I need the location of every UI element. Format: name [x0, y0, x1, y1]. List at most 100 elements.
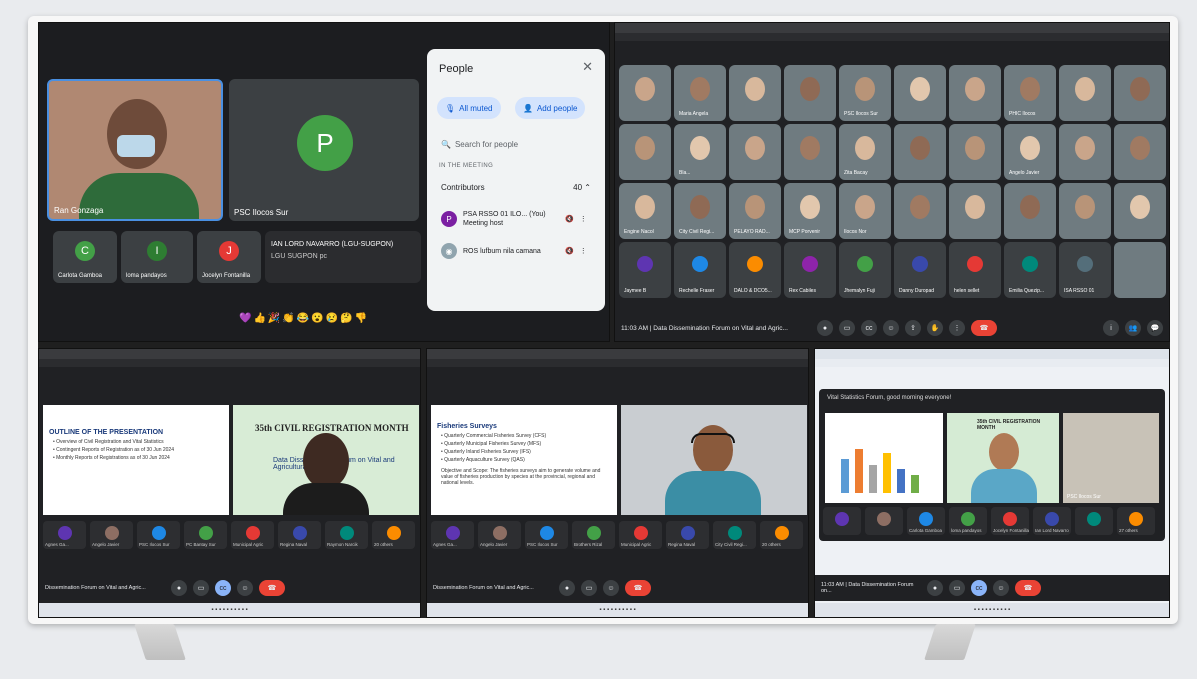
info-icon[interactable]: i — [1103, 320, 1119, 336]
people-icon[interactable]: 👥 — [1125, 320, 1141, 336]
participant-tile[interactable]: Ilocos Nor — [839, 183, 891, 239]
emoji-icon[interactable]: ☺ — [603, 580, 619, 596]
strip-participant[interactable]: Raymon Narcik — [325, 521, 368, 549]
hand-icon[interactable]: ✋ — [927, 320, 943, 336]
participant-tile[interactable] — [1114, 242, 1166, 298]
strip-participant[interactable]: loma pandayos — [949, 507, 987, 535]
participant-tile[interactable]: Zita Bacay — [839, 124, 891, 180]
participant-tile-small[interactable]: C Carlota Gamboa — [53, 231, 117, 283]
participant-tile[interactable]: Rechelle Fraser — [674, 242, 726, 298]
mic-off-icon[interactable]: 🔇 — [565, 215, 574, 223]
leave-call-button[interactable]: ☎ — [625, 580, 651, 596]
add-people-button[interactable]: 👤 Add people — [515, 97, 586, 119]
strip-participant[interactable] — [823, 507, 861, 535]
participant-tile[interactable] — [729, 65, 781, 121]
strip-participant[interactable]: 20 others — [372, 521, 415, 549]
strip-participant[interactable]: Municipal Agric — [619, 521, 662, 549]
strip-participant[interactable]: Regina Naval — [278, 521, 321, 549]
strip-participant[interactable]: City Civil Regi... — [713, 521, 756, 549]
strip-participant[interactable]: Agnes Ga... — [43, 521, 86, 549]
participant-tile[interactable]: City Civil Regi... — [674, 183, 726, 239]
present-icon[interactable]: ⇪ — [905, 320, 921, 336]
more-icon[interactable]: ⋮ — [949, 320, 965, 336]
strip-participant[interactable]: Carlota Gamboa — [907, 507, 945, 535]
participant-tile[interactable]: PSC Ilocos Sur — [839, 65, 891, 121]
participant-tile[interactable]: helen sellet — [949, 242, 1001, 298]
mic-icon[interactable]: ● — [171, 580, 187, 596]
participant-tile[interactable] — [1114, 65, 1166, 121]
strip-participant[interactable]: Municipal Agric — [231, 521, 274, 549]
more-icon[interactable]: ⋮ — [580, 247, 587, 255]
camera-icon[interactable]: ▭ — [581, 580, 597, 596]
camera-icon[interactable]: ▭ — [949, 580, 965, 596]
strip-participant[interactable]: Angelo Javier — [90, 521, 133, 549]
participant-tile[interactable]: ISA RSSO 01 — [1059, 242, 1111, 298]
participant-tile[interactable] — [1004, 183, 1056, 239]
participant-tile[interactable] — [1059, 65, 1111, 121]
participant-tile[interactable] — [949, 183, 1001, 239]
participant-tile[interactable]: Jaymee B — [619, 242, 671, 298]
strip-participant[interactable]: 27 others — [1117, 507, 1155, 535]
participant-tile[interactable]: PHIC Ilocos — [1004, 65, 1056, 121]
participant-tile[interactable]: DALO & DCO5... — [729, 242, 781, 298]
participant-tile[interactable] — [949, 65, 1001, 121]
more-icon[interactable]: ⋮ — [580, 215, 587, 223]
participant-tile[interactable] — [894, 65, 946, 121]
participant-tile[interactable] — [1114, 124, 1166, 180]
participant-tile[interactable] — [784, 65, 836, 121]
reaction-bar[interactable]: 💜👍🎉👏😂😮😢🤔👎 — [239, 313, 369, 324]
strip-participant[interactable]: PSC Ilocos Sur — [137, 521, 180, 549]
participant-tile[interactable] — [619, 124, 671, 180]
strip-participant[interactable]: Angelo Javier — [478, 521, 521, 549]
strip-participant[interactable] — [1075, 507, 1113, 535]
participant-row[interactable]: P PSA RSSO 01 ILO... (You) Meeting host … — [437, 205, 595, 233]
participant-tile[interactable] — [729, 124, 781, 180]
participant-tile[interactable] — [1059, 183, 1111, 239]
mic-off-icon[interactable]: 🔇 — [565, 247, 574, 255]
leave-call-button[interactable]: ☎ — [259, 580, 285, 596]
strip-participant[interactable]: PC Bantay Sur — [184, 521, 227, 549]
strip-participant[interactable]: Jocelyn Fontanilla — [991, 507, 1029, 535]
participant-tile[interactable]: Angelo Javier — [1004, 124, 1056, 180]
mic-icon[interactable]: ● — [559, 580, 575, 596]
leave-call-button[interactable]: ☎ — [971, 320, 997, 336]
mic-icon[interactable]: ● — [817, 320, 833, 336]
emoji-icon[interactable]: ☺ — [237, 580, 253, 596]
participant-tile-small[interactable]: I loma pandayos — [121, 231, 193, 283]
strip-participant[interactable]: PSC Ilocos Sur — [525, 521, 568, 549]
search-people-input[interactable]: 🔍 Search for people — [437, 133, 595, 155]
participant-tile[interactable]: PELAYO RAD... — [729, 183, 781, 239]
strip-participant[interactable]: 20 others — [760, 521, 803, 549]
participant-tile[interactable]: Rex Cabiles — [784, 242, 836, 298]
participant-tile[interactable] — [949, 124, 1001, 180]
participant-tile[interactable]: MCP Porvenir — [784, 183, 836, 239]
participant-tile[interactable] — [894, 183, 946, 239]
captions-icon[interactable]: cc — [215, 580, 231, 596]
participant-tile[interactable] — [619, 65, 671, 121]
strip-participant[interactable] — [865, 507, 903, 535]
participant-row[interactable]: ◉ ROS lufbum nila camana 🔇 ⋮ — [437, 237, 595, 265]
camera-icon[interactable]: ▭ — [839, 320, 855, 336]
strip-participant[interactable]: Brothers Rizal — [572, 521, 615, 549]
participant-tile-video[interactable]: Ran Gonzaga — [47, 79, 223, 221]
participant-tile[interactable]: Bla... — [674, 124, 726, 180]
mic-icon[interactable]: ● — [927, 580, 943, 596]
strip-participant[interactable]: Agnes Ga... — [431, 521, 474, 549]
presenting-tile[interactable]: IAN LORD NAVARRO (LGU-SUGPON) LGU SUGPON… — [265, 231, 421, 283]
captions-icon[interactable]: cc — [971, 580, 987, 596]
participant-tile[interactable] — [784, 124, 836, 180]
strip-participant[interactable]: Regina Naval — [666, 521, 709, 549]
captions-icon[interactable]: cc — [861, 320, 877, 336]
camera-icon[interactable]: ▭ — [193, 580, 209, 596]
participant-tile[interactable] — [1114, 183, 1166, 239]
participant-tile[interactable]: Emilia Quezip... — [1004, 242, 1056, 298]
emoji-icon[interactable]: ☺ — [993, 580, 1009, 596]
leave-call-button[interactable]: ☎ — [1015, 580, 1041, 596]
participant-tile[interactable] — [1059, 124, 1111, 180]
emoji-icon[interactable]: ☺ — [883, 320, 899, 336]
mute-all-button[interactable]: 🎙 All muted — [437, 97, 501, 119]
participant-tile-small[interactable]: J Jocelyn Fontanilla — [197, 231, 261, 283]
participant-tile[interactable]: Danny Duropad — [894, 242, 946, 298]
participant-tile[interactable] — [894, 124, 946, 180]
chat-icon[interactable]: 💬 — [1147, 320, 1163, 336]
